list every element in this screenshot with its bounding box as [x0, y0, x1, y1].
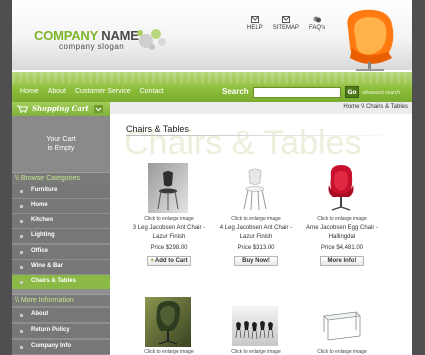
cart-status-line2: is Empty — [47, 145, 75, 152]
company-slogan: company slogan — [59, 42, 125, 51]
nav-customer-service[interactable]: Customer Service — [75, 88, 131, 95]
category-chairs-tables[interactable]: Chairs & Tables — [12, 275, 110, 290]
top-links: HELP SITEMAP FAQ's — [247, 16, 325, 31]
product-price: Price $4,481.00 — [320, 245, 364, 251]
product-name[interactable]: 3 Leg Jacobsen Ant Chair - Lazur Finish — [125, 224, 213, 242]
bullet-icon — [20, 266, 23, 269]
sitemap-link-label: SITEMAP — [272, 25, 300, 31]
info-label: About — [31, 311, 49, 317]
bullet-icon — [20, 346, 23, 349]
category-home[interactable]: Home — [12, 199, 110, 214]
faq-link[interactable]: FAQ's — [309, 16, 325, 31]
bullet-icon — [20, 235, 23, 238]
main-nav: Home About Customer Service Contact Sear… — [12, 72, 412, 102]
add-to-cart-button[interactable]: + Add to Cart — [147, 256, 191, 266]
sidebar: Shopping Cart Your Cart is Empty \\ Brow… — [12, 102, 110, 355]
category-label: Wine & Bar — [31, 263, 63, 269]
bullet-icon — [20, 190, 23, 193]
search-label: Search — [222, 87, 249, 96]
info-company-info[interactable]: Company Info — [12, 340, 110, 355]
title-divider — [126, 135, 404, 136]
button-label: More Info! — [327, 258, 357, 264]
logo-bubbles-icon — [137, 29, 166, 50]
bullet-icon — [20, 281, 23, 284]
category-lighting[interactable]: Lighting — [12, 229, 110, 244]
page-frame: COMPANY NAME company slogan HELP SITEMAP… — [12, 0, 412, 355]
more-information-header: \\ More Information — [12, 294, 110, 306]
mail-icon — [281, 16, 290, 23]
plus-icon: + — [150, 258, 154, 264]
cart-icon — [17, 105, 28, 113]
product-image[interactable] — [235, 163, 275, 213]
breadcrumb[interactable]: Home \\ Chairs & Tables — [343, 104, 408, 110]
product-price: Price $298.00 — [150, 245, 188, 251]
product-image[interactable] — [148, 163, 188, 213]
nav-contact[interactable]: Contact — [140, 88, 164, 95]
cart-summary: Your Cart is Empty — [12, 116, 110, 172]
breadcrumb-bar: Home \\ Chairs & Tables — [110, 102, 412, 114]
button-label: Add to Cart — [154, 258, 188, 264]
category-label: Chairs & Tables — [31, 278, 76, 284]
enlarge-image-link[interactable]: Click to enlarge image — [298, 349, 386, 355]
product-image[interactable] — [232, 306, 278, 346]
product-image[interactable] — [321, 163, 361, 213]
help-link-label: HELP — [247, 25, 263, 31]
bullet-icon — [20, 330, 23, 333]
nav-links: Home About Customer Service Contact — [20, 88, 164, 95]
faq-link-label: FAQ's — [309, 25, 326, 31]
help-link[interactable]: HELP — [247, 16, 263, 31]
logo-name-part1: COMPANY — [34, 28, 98, 43]
enlarge-image-link[interactable]: Click to enlarge image — [212, 349, 300, 355]
buy-now-button[interactable]: Buy Now! — [234, 256, 278, 266]
category-wine-bar[interactable]: Wine & Bar — [12, 260, 110, 275]
sitemap-link[interactable]: SITEMAP — [273, 16, 299, 31]
search-input[interactable] — [253, 87, 341, 98]
shopping-cart-header[interactable]: Shopping Cart — [12, 102, 110, 116]
product-name[interactable]: Arne Jacobsen Egg Chair - Hallingdal — [298, 224, 386, 242]
nav-home[interactable]: Home — [20, 88, 39, 95]
site-header: COMPANY NAME company slogan HELP SITEMAP… — [12, 0, 412, 71]
page-title: Chairs & Tables — [126, 124, 189, 134]
info-label: Company Info — [31, 343, 71, 349]
mail-icon — [250, 16, 259, 23]
more-info-button[interactable]: More Info! — [320, 256, 364, 266]
category-label: Lighting — [31, 232, 55, 238]
egg-chair-image — [347, 9, 394, 71]
category-label: Office — [31, 248, 49, 254]
bullet-icon — [20, 220, 23, 223]
chevron-down-icon[interactable] — [94, 105, 103, 113]
product-price: Price $313.00 — [237, 245, 275, 251]
browse-categories-header: \\ Browse Categories — [12, 172, 110, 184]
info-return-policy[interactable]: Return Policy — [12, 324, 110, 339]
bullet-icon — [20, 205, 23, 208]
product-image[interactable] — [145, 297, 191, 347]
nav-pattern — [12, 72, 412, 84]
bullet-icon — [20, 314, 23, 317]
help-icon — [313, 16, 322, 23]
category-kitchen[interactable]: Kitchen — [12, 214, 110, 229]
info-about[interactable]: About — [12, 308, 110, 323]
enlarge-image-link[interactable]: Click to enlarge image — [212, 216, 300, 222]
bullet-icon — [20, 251, 23, 254]
category-label: Kitchen — [31, 217, 54, 223]
enlarge-image-link[interactable]: Click to enlarge image — [125, 349, 213, 355]
nav-about[interactable]: About — [48, 88, 66, 95]
search-go-button[interactable]: Go — [345, 86, 359, 98]
category-label: Furniture — [31, 187, 58, 193]
shopping-cart-title: Shopping Cart — [32, 104, 89, 113]
product-name[interactable]: 4 Leg Jacobsen Ant Chair - Lazur Finish — [212, 224, 300, 242]
category-office[interactable]: Office — [12, 245, 110, 260]
button-label: Buy Now! — [242, 258, 270, 264]
category-label: Home — [31, 202, 48, 208]
enlarge-image-link[interactable]: Click to enlarge image — [125, 216, 213, 222]
product-image[interactable] — [318, 302, 364, 346]
cart-status-line1: Your Cart — [46, 136, 76, 143]
category-furniture[interactable]: Furniture — [12, 184, 110, 199]
company-logo[interactable]: COMPANY NAME — [34, 28, 139, 43]
enlarge-image-link[interactable]: Click to enlarge image — [298, 216, 386, 222]
info-label: Return Policy — [31, 327, 70, 333]
advanced-search-link[interactable]: advanced search — [362, 90, 400, 96]
